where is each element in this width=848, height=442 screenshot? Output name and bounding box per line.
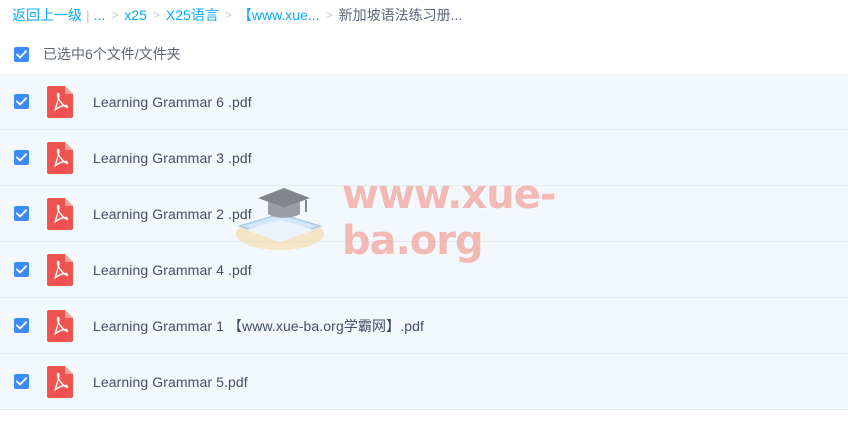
file-checkbox[interactable] bbox=[14, 94, 29, 109]
pdf-icon bbox=[47, 141, 73, 174]
pdf-icon bbox=[47, 365, 73, 398]
breadcrumb-divider: | bbox=[86, 7, 90, 23]
pdf-icon bbox=[47, 85, 73, 118]
pdf-icon bbox=[47, 197, 73, 230]
checkmark-icon bbox=[16, 49, 27, 58]
file-name[interactable]: Learning Grammar 4 .pdf bbox=[93, 262, 252, 278]
file-row[interactable]: Learning Grammar 3 .pdf bbox=[0, 130, 848, 186]
file-row[interactable]: Learning Grammar 6 .pdf bbox=[0, 74, 848, 130]
checkmark-icon bbox=[16, 321, 27, 330]
checkmark-icon bbox=[16, 97, 27, 106]
breadcrumb-item-x25[interactable]: x25 bbox=[124, 7, 147, 23]
file-name[interactable]: Learning Grammar 2 .pdf bbox=[93, 206, 252, 222]
breadcrumb-ellipsis[interactable]: ... bbox=[94, 7, 106, 23]
file-row[interactable]: Learning Grammar 5.pdf bbox=[0, 354, 848, 410]
breadcrumb-back-link[interactable]: 返回上一级 bbox=[12, 5, 82, 25]
breadcrumb-chevron-icon: > bbox=[111, 8, 119, 22]
breadcrumb-chevron-icon: > bbox=[224, 8, 232, 22]
breadcrumb-chevron-icon: > bbox=[152, 8, 160, 22]
file-checkbox[interactable] bbox=[14, 262, 29, 277]
file-row[interactable]: Learning Grammar 1 【www.xue-ba.org学霸网】.p… bbox=[0, 298, 848, 354]
file-row[interactable]: Learning Grammar 2 .pdf bbox=[0, 186, 848, 242]
file-row[interactable]: Learning Grammar 4 .pdf bbox=[0, 242, 848, 298]
file-checkbox[interactable] bbox=[14, 150, 29, 165]
breadcrumb: 返回上一级 | ... > x25 > X25语言 > 【www.xue... … bbox=[12, 5, 462, 25]
breadcrumb-item-x25-language[interactable]: X25语言 bbox=[166, 5, 219, 25]
file-name[interactable]: Learning Grammar 3 .pdf bbox=[93, 150, 252, 166]
checkmark-icon bbox=[16, 265, 27, 274]
file-checkbox[interactable] bbox=[14, 206, 29, 221]
file-list: Learning Grammar 6 .pdf Learning Grammar… bbox=[0, 74, 848, 410]
file-checkbox[interactable] bbox=[14, 318, 29, 333]
breadcrumb-current: 新加坡语法练习册... bbox=[338, 7, 463, 23]
checkmark-icon bbox=[16, 209, 27, 218]
checkmark-icon bbox=[16, 377, 27, 386]
checkmark-icon bbox=[16, 153, 27, 162]
breadcrumb-chevron-icon: > bbox=[325, 8, 333, 22]
pdf-icon bbox=[47, 309, 73, 342]
file-name[interactable]: Learning Grammar 5.pdf bbox=[93, 374, 248, 390]
file-name[interactable]: Learning Grammar 6 .pdf bbox=[93, 94, 252, 110]
file-name[interactable]: Learning Grammar 1 【www.xue-ba.org学霸网】.p… bbox=[93, 316, 424, 336]
selection-count-text: 已选中6个文件/文件夹 bbox=[43, 46, 181, 62]
pdf-icon bbox=[47, 253, 73, 286]
select-all-checkbox[interactable] bbox=[14, 46, 29, 62]
selection-bar: 已选中6个文件/文件夹 bbox=[14, 44, 181, 64]
breadcrumb-item-folder[interactable]: 【www.xue... bbox=[238, 5, 320, 25]
file-checkbox[interactable] bbox=[14, 374, 29, 389]
